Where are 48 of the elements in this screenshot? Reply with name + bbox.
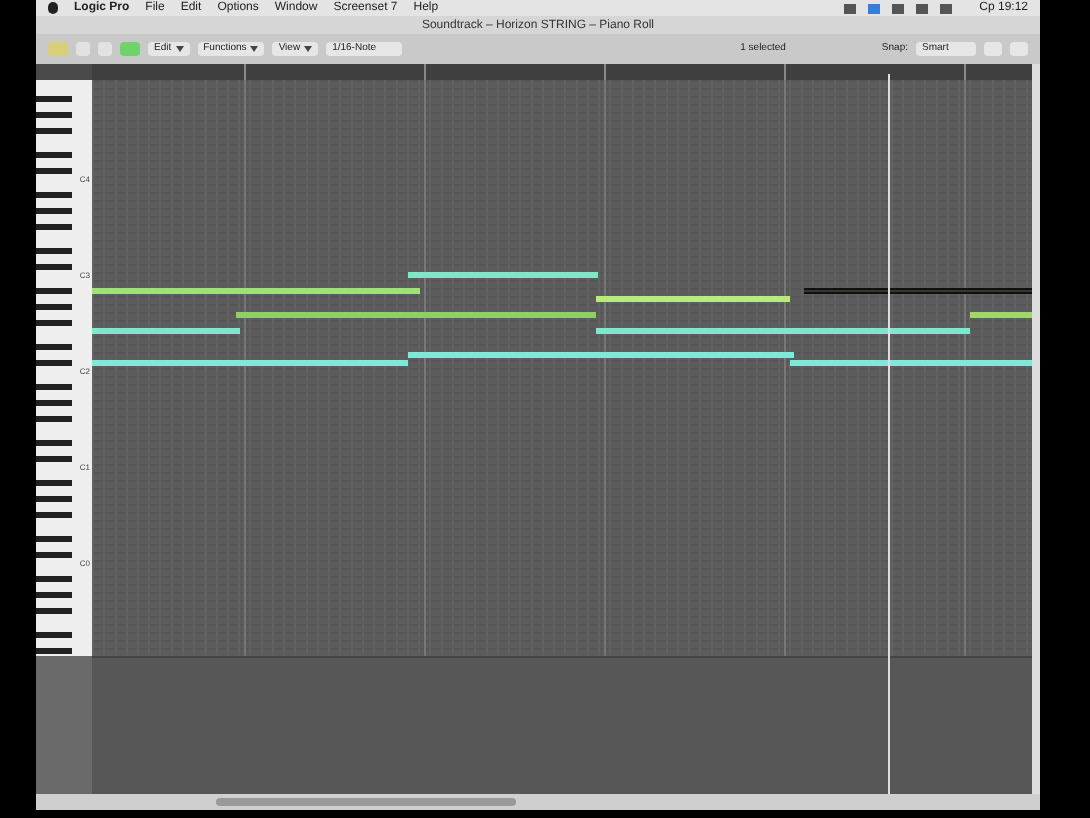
keyboard-header (36, 64, 92, 80)
sharp-key[interactable] (36, 384, 72, 390)
sharp-key[interactable] (36, 344, 72, 350)
sharp-key[interactable] (36, 248, 72, 254)
horizontal-scrollbar[interactable] (216, 798, 516, 806)
note-grid[interactable] (92, 80, 1032, 656)
apple-icon[interactable] (48, 2, 58, 14)
midi-note[interactable] (92, 288, 421, 294)
midi-note[interactable] (92, 360, 407, 366)
sharp-key[interactable] (36, 536, 72, 542)
sharp-key[interactable] (36, 608, 72, 614)
sharp-key[interactable] (36, 288, 72, 294)
caret-icon (304, 46, 313, 52)
sharp-key[interactable] (36, 456, 72, 462)
sharp-key[interactable] (36, 96, 72, 102)
sharp-key[interactable] (36, 192, 72, 198)
midi-note[interactable] (596, 296, 790, 302)
sharp-key[interactable] (36, 320, 72, 326)
sharp-key[interactable] (36, 208, 72, 214)
sharp-key[interactable] (36, 224, 72, 230)
sharp-key[interactable] (36, 128, 72, 134)
sharp-key[interactable] (36, 360, 72, 366)
caret-icon (250, 46, 259, 52)
midi-note[interactable] (92, 328, 241, 334)
midi-note[interactable] (789, 360, 1032, 366)
sharp-key[interactable] (36, 440, 72, 446)
sharp-key[interactable] (36, 576, 72, 582)
sharp-key[interactable] (36, 512, 72, 518)
midi-out-button[interactable] (120, 42, 140, 56)
catch-button[interactable] (48, 42, 68, 56)
caret-icon (175, 46, 184, 52)
midi-note[interactable] (407, 272, 599, 278)
sharp-key[interactable] (36, 264, 72, 270)
sharp-key[interactable] (36, 304, 72, 310)
sharp-key[interactable] (36, 552, 72, 558)
sharp-key[interactable] (36, 400, 72, 406)
vertical-scrollbar[interactable] (1032, 64, 1040, 794)
sharp-key[interactable] (36, 592, 72, 598)
sharp-key[interactable] (36, 632, 72, 638)
midi-note[interactable] (969, 312, 1032, 318)
sharp-key[interactable] (36, 152, 72, 158)
sharp-key[interactable] (36, 416, 72, 422)
sharp-key[interactable] (36, 648, 72, 654)
sharp-key[interactable] (36, 480, 72, 486)
sharp-key[interactable] (36, 168, 72, 174)
midi-note[interactable] (803, 288, 1032, 294)
sharp-key[interactable] (36, 496, 72, 502)
sharp-key[interactable] (36, 112, 72, 118)
